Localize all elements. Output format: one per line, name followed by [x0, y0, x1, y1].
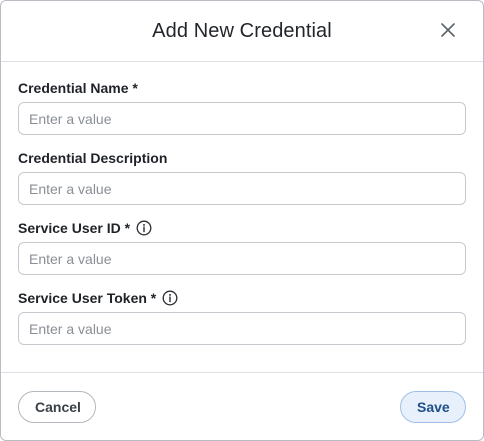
credential-name-field: Credential Name *: [18, 79, 466, 135]
credential-name-input[interactable]: [18, 102, 466, 135]
credential-description-label: Credential Description: [18, 150, 168, 166]
service-user-token-label-row: Service User Token *: [18, 289, 466, 307]
service-user-token-label: Service User Token *: [18, 290, 157, 306]
credential-description-input[interactable]: [18, 172, 466, 205]
dialog-body: Credential Name * Credential Description…: [1, 62, 483, 355]
dialog-title: Add New Credential: [152, 19, 332, 42]
dialog-header: Add New Credential: [1, 1, 483, 62]
credential-description-label-row: Credential Description: [18, 149, 466, 167]
add-credential-dialog: Add New Credential Credential Name * Cre…: [0, 0, 484, 441]
cancel-button[interactable]: Cancel: [18, 390, 96, 423]
save-button[interactable]: Save: [400, 390, 466, 423]
service-user-id-input[interactable]: [18, 242, 466, 275]
dialog-footer: Cancel Save: [1, 372, 483, 440]
credential-name-label-row: Credential Name *: [18, 79, 466, 97]
credential-description-field: Credential Description: [18, 149, 466, 205]
service-user-id-label: Service User ID *: [18, 220, 131, 236]
service-user-id-field: Service User ID *: [18, 219, 466, 275]
info-icon[interactable]: [136, 220, 152, 236]
service-user-token-field: Service User Token *: [18, 289, 466, 345]
service-user-id-label-row: Service User ID *: [18, 219, 466, 237]
close-icon[interactable]: [439, 21, 457, 39]
credential-name-label: Credential Name *: [18, 80, 138, 96]
info-icon[interactable]: [162, 290, 178, 306]
service-user-token-input[interactable]: [18, 312, 466, 345]
